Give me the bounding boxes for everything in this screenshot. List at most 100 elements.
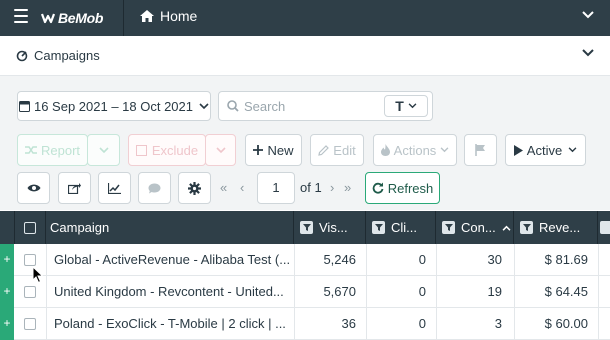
search-input[interactable]: Search T bbox=[218, 91, 433, 121]
divider bbox=[123, 0, 124, 36]
last-page-icon[interactable]: » bbox=[344, 180, 351, 195]
status-filter-select[interactable]: Active bbox=[505, 134, 586, 166]
home-icon bbox=[140, 10, 154, 22]
report-button[interactable]: Report bbox=[17, 134, 88, 166]
section-header: Campaigns bbox=[0, 36, 610, 76]
table-row[interactable]: + Global - ActiveRevenue - Alibaba Test … bbox=[0, 244, 610, 276]
revenue-cell: $ 60.00 bbox=[544, 316, 588, 331]
column-revenue[interactable]: Reve... bbox=[514, 211, 598, 244]
filter-icon[interactable] bbox=[520, 221, 533, 234]
menu-icon[interactable] bbox=[14, 9, 28, 23]
chevron-down-icon bbox=[568, 147, 577, 153]
refresh-button[interactable]: Refresh bbox=[365, 172, 440, 204]
column-label: Vis... bbox=[319, 220, 348, 235]
visits-cell: 36 bbox=[341, 316, 356, 331]
top-navbar: BeMob Home bbox=[0, 0, 610, 36]
filter-icon[interactable] bbox=[442, 221, 455, 234]
campaign-icon bbox=[16, 50, 28, 61]
conversions-cell: 19 bbox=[487, 284, 502, 299]
mouse-cursor-icon bbox=[32, 266, 44, 284]
expand-row-button[interactable]: + bbox=[0, 308, 14, 340]
chevron-down-icon[interactable] bbox=[582, 11, 594, 19]
select-all-cell[interactable] bbox=[14, 211, 46, 244]
expand-row-button[interactable]: + bbox=[0, 244, 14, 276]
exclude-label: Exclude bbox=[151, 142, 199, 158]
expand-row-button[interactable]: + bbox=[0, 276, 14, 308]
column-label: Reve... bbox=[539, 220, 581, 235]
new-button[interactable]: New bbox=[245, 134, 302, 166]
visits-cell: 5,246 bbox=[323, 252, 356, 267]
view-button[interactable] bbox=[17, 172, 50, 204]
exclude-dropdown-button[interactable] bbox=[205, 134, 236, 166]
chevron-down-icon bbox=[215, 146, 226, 153]
expand-header bbox=[0, 211, 14, 244]
campaigns-tab[interactable]: Campaigns bbox=[16, 48, 100, 63]
date-range-label: 16 Sep 2021 – 18 Oct 2021 bbox=[33, 98, 193, 114]
filter-icon[interactable] bbox=[600, 221, 610, 234]
fire-icon bbox=[380, 144, 390, 156]
text-type-icon: T bbox=[395, 98, 404, 114]
share-button[interactable] bbox=[58, 172, 91, 204]
row-checkbox[interactable] bbox=[24, 254, 36, 266]
notes-button[interactable] bbox=[138, 172, 171, 204]
chart-button[interactable] bbox=[98, 172, 131, 204]
edit-button[interactable]: Edit bbox=[310, 134, 364, 166]
visits-cell: 5,670 bbox=[323, 284, 356, 299]
column-next[interactable] bbox=[598, 211, 610, 244]
column-visits[interactable]: Vis... bbox=[294, 211, 366, 244]
bemob-logo[interactable]: BeMob bbox=[41, 8, 103, 28]
clicks-cell: 0 bbox=[418, 284, 426, 299]
page-number-input[interactable]: 1 bbox=[257, 172, 295, 204]
next-page-icon[interactable]: › bbox=[330, 180, 334, 195]
revenue-cell: $ 64.45 bbox=[544, 284, 588, 299]
conversions-cell: 30 bbox=[487, 252, 502, 267]
chevron-down-icon bbox=[408, 103, 417, 109]
column-label: Con... bbox=[461, 220, 496, 235]
play-icon bbox=[513, 144, 523, 156]
select-all-checkbox[interactable] bbox=[24, 221, 36, 234]
comment-icon bbox=[148, 183, 161, 193]
row-checkbox[interactable] bbox=[24, 286, 36, 298]
gear-icon bbox=[188, 181, 201, 195]
chevron-down-icon[interactable] bbox=[582, 49, 594, 57]
column-conversions[interactable]: Con... bbox=[436, 211, 514, 244]
filter-icon[interactable] bbox=[372, 221, 385, 234]
column-clicks[interactable]: Cli... bbox=[366, 211, 436, 244]
logo-text: BeMob bbox=[58, 10, 104, 26]
conversions-cell: 3 bbox=[494, 316, 502, 331]
column-label: Campaign bbox=[50, 220, 110, 235]
edit-label: Edit bbox=[333, 142, 356, 158]
campaign-name[interactable]: Global - ActiveRevenue - Alibaba Test (.… bbox=[54, 244, 290, 276]
flag-button[interactable] bbox=[464, 134, 497, 166]
refresh-label: Refresh bbox=[387, 180, 434, 196]
exclude-button[interactable]: Exclude bbox=[128, 134, 206, 166]
prev-page-icon[interactable]: ‹ bbox=[240, 180, 244, 195]
campaign-name[interactable]: United Kingdom - Revcontent - United... bbox=[54, 276, 290, 308]
date-range-picker[interactable]: 16 Sep 2021 – 18 Oct 2021 bbox=[17, 91, 211, 121]
row-checkbox[interactable] bbox=[24, 318, 36, 330]
filter-icon[interactable] bbox=[300, 221, 313, 234]
revenue-cell: $ 81.69 bbox=[544, 252, 588, 267]
actions-button[interactable]: Actions bbox=[373, 134, 457, 166]
search-placeholder: Search bbox=[244, 99, 286, 114]
table-row[interactable]: + United Kingdom - Revcontent - United..… bbox=[0, 276, 610, 308]
home-nav[interactable]: Home bbox=[140, 8, 197, 24]
first-page-icon[interactable]: « bbox=[220, 180, 227, 195]
search-type-select[interactable]: T bbox=[384, 95, 428, 117]
shuffle-icon bbox=[24, 146, 37, 154]
column-campaign[interactable]: Campaign bbox=[46, 211, 294, 244]
status-filter-label: Active bbox=[526, 142, 563, 158]
campaign-name[interactable]: Poland - ExoClick - T-Mobile | 2 click |… bbox=[54, 308, 290, 340]
new-label: New bbox=[267, 142, 294, 158]
report-dropdown-button[interactable] bbox=[87, 134, 120, 166]
clicks-cell: 0 bbox=[418, 252, 426, 267]
calendar-icon bbox=[18, 101, 30, 112]
settings-button[interactable] bbox=[178, 172, 211, 204]
chevron-down-icon bbox=[98, 146, 109, 153]
section-title: Campaigns bbox=[34, 48, 100, 63]
table-row[interactable]: + Poland - ExoClick - T-Mobile | 2 click… bbox=[0, 308, 610, 340]
clicks-cell: 0 bbox=[418, 316, 426, 331]
actions-label: Actions bbox=[393, 142, 437, 158]
line-chart-icon bbox=[108, 182, 121, 194]
flag-icon bbox=[475, 144, 485, 156]
